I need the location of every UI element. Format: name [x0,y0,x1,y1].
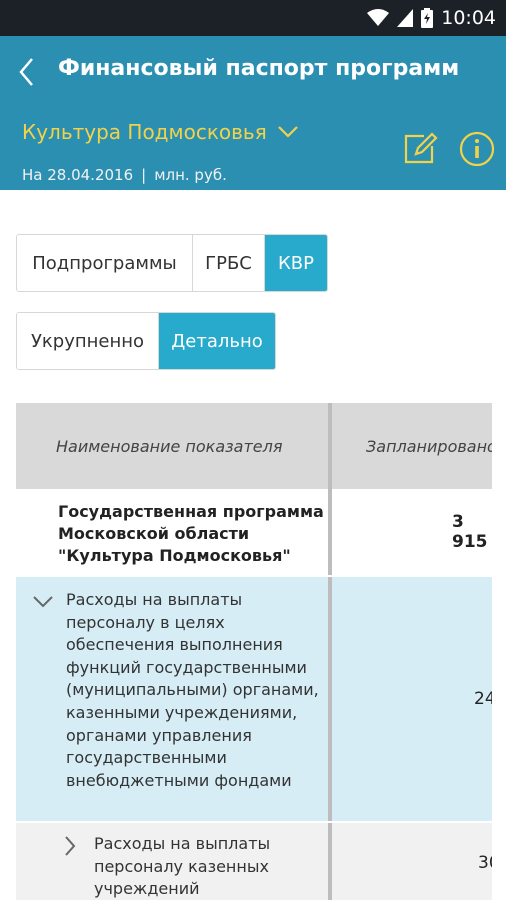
battery-charging-icon [421,8,434,28]
info-icon [459,131,495,167]
back-button[interactable] [8,52,44,92]
report-units: млн. руб. [154,166,227,184]
row-name-cell: Расходы на выплаты персоналу в целях обе… [16,577,324,821]
row-name: Расходы на выплаты персоналу в целях обе… [66,590,319,790]
edit-icon [404,132,438,164]
wifi-icon [367,9,390,26]
chevron-left-icon [19,58,33,86]
table-row[interactable]: Государственная программа Московской обл… [16,489,492,575]
row-value: 3 915 [328,489,492,575]
app-bar: Финансовый паспорт программ Культура Под… [0,36,506,190]
status-bar: 10:04 [0,0,506,36]
row-name: Государственная программа Московской обл… [58,502,324,565]
program-selector-label: Культура Подмосковья [22,120,267,144]
page-title: Финансовый паспорт программ [58,56,460,81]
chevron-down-icon[interactable] [32,595,54,609]
tab-detailed[interactable]: Детально [159,313,275,369]
view-segmented-control: Подпрограммы ГРБС КВР [16,234,328,292]
row-name-cell: Расходы на выплаты персоналу казенных уч… [16,823,324,900]
report-meta: На 28.04.2016 | млн. руб. [22,166,227,184]
column-header-name: Наименование показателя [56,436,283,456]
table-row[interactable]: Расходы на выплаты персоналу в целях обе… [16,577,492,821]
tab-aggregated[interactable]: Укрупненно [17,313,159,369]
chevron-right-icon[interactable] [64,835,76,857]
row-value: 30 [328,823,492,900]
table-row[interactable]: Расходы на выплаты персоналу казенных уч… [16,823,492,900]
detail-segmented-control: Укрупненно Детально [16,312,276,370]
tab-subprograms[interactable]: Подпрограммы [17,235,193,291]
status-icons: 10:04 [367,0,496,36]
program-selector[interactable]: Культура Подмосковья [22,120,299,144]
info-button[interactable] [458,130,498,170]
status-time: 10:04 [441,7,496,29]
data-table: Наименование показателя Запланировано Го… [16,403,492,900]
row-value: 249 [328,577,492,821]
report-date: На 28.04.2016 [22,166,134,184]
tab-grbs[interactable]: ГРБС [193,235,265,291]
edit-button[interactable] [400,128,440,168]
tab-kvr[interactable]: КВР [265,235,327,291]
row-name: Расходы на выплаты персоналу казенных уч… [94,834,271,899]
column-header-planned: Запланировано [328,403,492,489]
meta-separator: | [141,166,147,184]
chevron-down-icon [277,126,298,138]
signal-icon [397,9,414,27]
table-header: Наименование показателя Запланировано [16,403,492,489]
